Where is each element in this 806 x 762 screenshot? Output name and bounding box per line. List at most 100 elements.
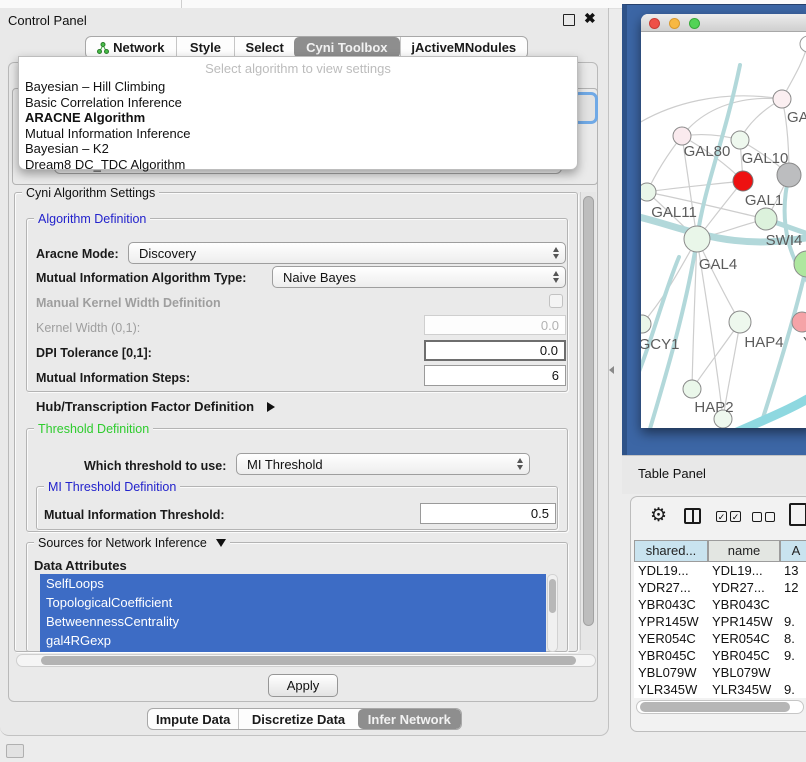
table-row[interactable]: YBR043CYBR043C [634, 596, 806, 613]
apply-button[interactable]: Apply [268, 674, 338, 697]
network-node[interactable] [773, 90, 791, 108]
tab-network-label: Network [113, 40, 164, 55]
select-all-icon-2: ✓ [730, 511, 741, 522]
mi-algorithm-type-combobox[interactable]: Naive Bayes [272, 266, 566, 288]
table-hscrollbar-thumb[interactable] [640, 702, 790, 712]
table-row[interactable]: YDR27...YDR27...12 [634, 579, 806, 596]
mi-steps-label: Mutual Information Steps: [36, 371, 190, 385]
minimize-window-icon[interactable] [669, 18, 680, 29]
export-table-icon[interactable] [789, 503, 806, 526]
algorithm-option[interactable]: Bayesian – K2 [19, 141, 577, 157]
float-panel-icon[interactable] [563, 14, 575, 26]
stepper-icon [517, 458, 523, 470]
table-column-header[interactable]: A [780, 540, 806, 562]
sources-title[interactable]: Sources for Network Inference [34, 536, 230, 550]
algorithm-option[interactable]: Dream8 DC_TDC Algorithm [19, 157, 577, 173]
splitter-collapse-icon[interactable] [609, 366, 614, 374]
aracne-mode-label: Aracne Mode: [36, 247, 119, 261]
table-row[interactable]: YPR145WYPR145W9. [634, 613, 806, 630]
tab-select[interactable]: Select [234, 37, 294, 58]
network-canvas[interactable]: GALGAL80GAL10GAL1GAL11SWI4GAL4GCY1HAP4YH… [641, 32, 806, 428]
table-cell: YBR043C [708, 596, 780, 613]
table-column-header[interactable]: shared... [634, 540, 708, 562]
network-node[interactable] [729, 311, 751, 333]
network-window-titlebar[interactable] [641, 14, 806, 32]
cyni-algorithm-settings-title: Cyni Algorithm Settings [22, 186, 159, 200]
algorithm-option[interactable]: Basic Correlation Inference [19, 95, 577, 111]
network-node[interactable] [733, 171, 753, 191]
algorithm-option[interactable]: ARACNE Algorithm [19, 110, 577, 126]
mi-threshold-field[interactable]: 0.5 [420, 503, 556, 524]
mi-steps-field[interactable]: 6 [424, 365, 566, 386]
network-node[interactable] [731, 131, 749, 149]
minimized-panel-icon[interactable] [6, 744, 24, 758]
table-cell: YBR043C [634, 596, 708, 613]
threshold-definition-title: Threshold Definition [34, 422, 153, 436]
which-threshold-label: Which threshold to use: [84, 459, 226, 473]
dpi-tolerance-field[interactable]: 0.0 [424, 340, 566, 361]
table-row[interactable]: YBR045CYBR045C9. [634, 647, 806, 664]
hub-section-label[interactable]: Hub/Transcription Factor Definition [36, 399, 275, 414]
network-node[interactable] [755, 208, 777, 230]
aracne-mode-combobox[interactable]: Discovery [128, 242, 566, 264]
tab-discretize-data[interactable]: Discretize Data [238, 709, 357, 729]
table-row[interactable]: YBL079WYBL079W [634, 664, 806, 681]
attribute-list-item[interactable]: gal4RGexp [40, 631, 546, 650]
network-node[interactable] [641, 183, 656, 201]
network-edge[interactable] [647, 181, 743, 192]
close-panel-icon[interactable]: ✖ [584, 10, 596, 27]
table-row[interactable]: YDL19...YDL19...13 [634, 562, 806, 579]
settings-hscrollbar[interactable] [16, 654, 596, 667]
which-threshold-combobox[interactable]: MI Threshold [236, 453, 530, 475]
table-row[interactable]: YLR345WYLR345W9. [634, 681, 806, 698]
tab-jactivemnodules[interactable]: jActiveMNodules [400, 37, 527, 58]
network-node[interactable] [683, 380, 701, 398]
network-node[interactable] [794, 251, 806, 277]
attributes-scrollbar[interactable] [547, 574, 558, 652]
network-node-label: GAL11 [651, 204, 697, 221]
algorithm-option[interactable]: Bayesian – Hill Climbing [19, 79, 577, 95]
cyni-bottom-tabbar: Impute Data Discretize Data Infer Networ… [147, 708, 462, 730]
network-edge[interactable] [692, 322, 740, 389]
network-node-label: GCY1 [641, 336, 679, 353]
zoom-window-icon[interactable] [689, 18, 700, 29]
select-all-icon[interactable]: ✓ [716, 511, 727, 522]
manual-kernel-width-checkbox[interactable] [549, 294, 563, 308]
settings-vscrollbar-thumb[interactable] [583, 196, 594, 626]
attribute-list-item[interactable]: TopologicalCoefficient [40, 593, 546, 612]
attribute-list-item[interactable]: BetweennessCentrality [40, 612, 546, 631]
table-row[interactable]: YER054CYER054C8. [634, 630, 806, 647]
network-node[interactable] [800, 36, 806, 52]
algorithm-option[interactable]: Mutual Information Inference [19, 126, 577, 142]
mi-threshold-definition-title: MI Threshold Definition [44, 480, 180, 494]
tab-infer-network[interactable]: Infer Network [358, 709, 461, 729]
tab-style[interactable]: Style [176, 37, 235, 58]
settings-vscrollbar[interactable] [580, 192, 596, 650]
network-node[interactable] [641, 315, 651, 333]
network-edge[interactable] [641, 96, 782, 135]
tab-network[interactable]: Network [86, 37, 176, 58]
algorithm-options-list: Bayesian – Hill ClimbingBasic Correlatio… [19, 79, 577, 172]
table-column-header[interactable]: name [708, 540, 780, 562]
data-attributes-label: Data Attributes [34, 558, 127, 573]
table-cell: YLR345W [708, 681, 780, 698]
column-chooser-icon[interactable] [684, 508, 701, 524]
tab-impute-data[interactable]: Impute Data [148, 709, 238, 729]
network-node[interactable] [684, 226, 710, 252]
table-cell: 9. [780, 681, 806, 698]
data-attributes-list[interactable]: SelfLoopsTopologicalCoefficientBetweenne… [40, 574, 546, 652]
table-settings-gear-icon[interactable]: ⚙ [650, 504, 667, 527]
network-node-label: GAL80 [684, 143, 731, 160]
close-window-icon[interactable] [649, 18, 660, 29]
attribute-list-item[interactable]: SelfLoops [40, 574, 546, 593]
network-edge[interactable] [647, 136, 682, 192]
tab-cyni-toolbox[interactable]: Cyni Toolbox [294, 37, 400, 58]
attributes-scrollbar-thumb[interactable] [549, 579, 556, 613]
mi-threshold-value: 0.5 [531, 506, 549, 521]
table-hscrollbar[interactable] [636, 700, 804, 714]
table-body[interactable]: YDL19...YDL19...13YDR27...YDR27...12YBR0… [634, 562, 806, 698]
deselect-all-icon[interactable] [752, 512, 762, 522]
table-cell: YBR045C [708, 647, 780, 664]
table-cell [780, 664, 806, 681]
settings-hscrollbar-thumb[interactable] [41, 656, 576, 665]
